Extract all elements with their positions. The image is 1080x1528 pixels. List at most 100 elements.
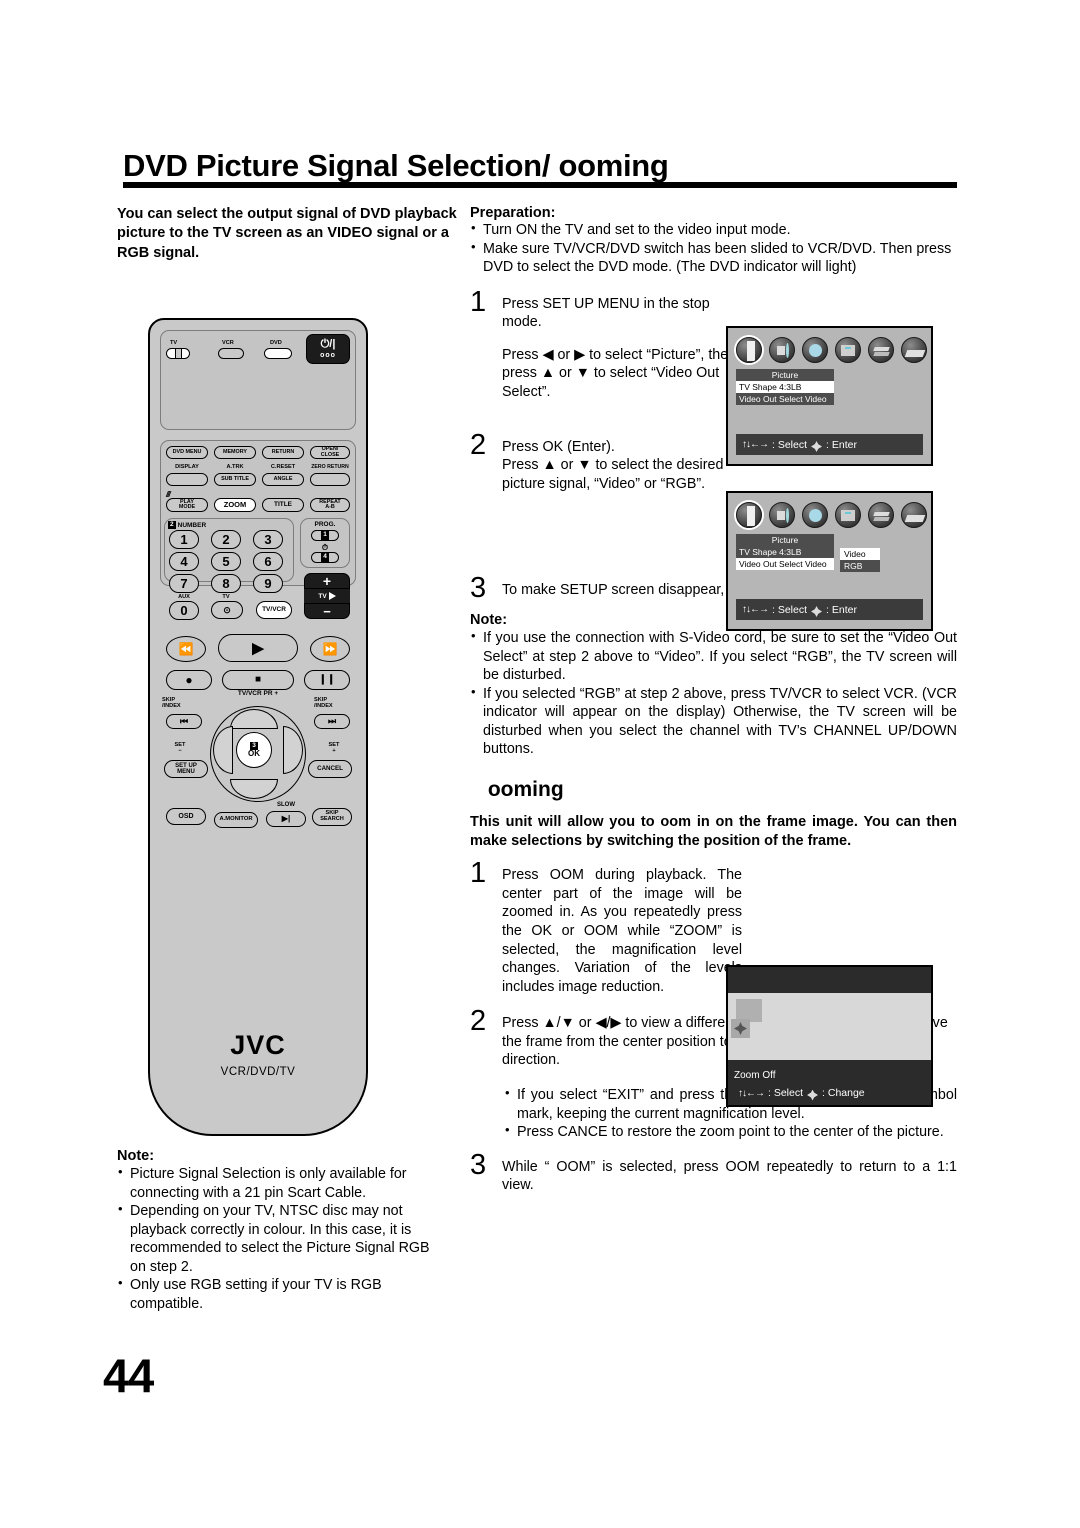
- number-label: NUMBER: [177, 521, 207, 529]
- step-2-number: 2: [470, 428, 487, 461]
- setup-icon-row-1: [736, 336, 928, 364]
- tray-icon[interactable]: [901, 502, 927, 528]
- tv-vcr-dvd-slide-switch[interactable]: [166, 348, 190, 359]
- zoom-step-1-body: Press OOM during playback. The center pa…: [502, 867, 742, 995]
- skip-index-right-button[interactable]: ⏭: [314, 714, 350, 729]
- power-button[interactable]: ⏻/| ooo: [306, 334, 350, 364]
- number-5-button[interactable]: 5: [211, 552, 241, 571]
- tv-volume-up-button[interactable]: +: [304, 573, 350, 589]
- aux-label: AUX: [178, 594, 190, 600]
- page-number: 44: [103, 1349, 154, 1402]
- tv-shape-row-1[interactable]: TV Shape 4:3LB: [736, 381, 834, 393]
- mode-label-tv: TV: [170, 340, 178, 346]
- title-button[interactable]: TITLE: [262, 498, 304, 512]
- play-mode-button[interactable]: PLAY MODE: [166, 498, 208, 512]
- display-button[interactable]: [166, 473, 208, 486]
- skip-index-left-button[interactable]: ⏮: [166, 714, 202, 729]
- number-9-button[interactable]: 9: [253, 574, 283, 593]
- enter-hint-2: : Enter: [826, 603, 857, 616]
- ok-button[interactable]: 3 OK: [236, 732, 272, 768]
- prog-1-button[interactable]: 1: [311, 530, 339, 541]
- fast-forward-button[interactable]: ⏩: [310, 636, 350, 662]
- number-6-button[interactable]: 6: [253, 552, 283, 571]
- tv-zoom-screen: Zoom Off ↑↓←→ : Select : Change: [726, 965, 933, 1107]
- display-setup-icon[interactable]: [835, 502, 861, 528]
- left-column: You can select the output signal of DVD …: [117, 205, 457, 263]
- cancel-button[interactable]: CANCEL: [308, 760, 352, 778]
- tv-input-button[interactable]: ⊙: [211, 601, 243, 619]
- rewind-button[interactable]: ⏪: [166, 636, 206, 662]
- tv-vcr-button[interactable]: TV/VCR: [256, 601, 292, 619]
- skip-index-right-label: SKIP /INDEX: [314, 697, 333, 709]
- list-item: Depending on your TV, NTSC disc may not …: [117, 1201, 447, 1276]
- atrk-label: A.TRK: [226, 464, 244, 470]
- number-2-button[interactable]: 2: [211, 530, 241, 549]
- slow-button[interactable]: ▶|: [266, 811, 306, 827]
- dvd-menu-button[interactable]: DVD MENU: [166, 446, 208, 459]
- prog-1-badge: 1: [321, 531, 329, 540]
- tv-vcr-pr-up-label: TV/VCR PR +: [237, 690, 279, 697]
- title-divider: [123, 182, 957, 188]
- option-rgb[interactable]: RGB: [840, 560, 880, 572]
- setup-icon-row-2: [736, 501, 928, 529]
- creset-label: C.RESET: [270, 464, 296, 470]
- dpad[interactable]: 3 OK: [210, 706, 306, 802]
- a-monitor-button[interactable]: A.MONITOR: [214, 812, 258, 828]
- return-button[interactable]: RETURN: [262, 446, 304, 459]
- record-button[interactable]: ●: [166, 670, 212, 690]
- open-close-button[interactable]: OPEN/ CLOSE: [310, 446, 350, 459]
- tv-setup-screen-1: Picture TV Shape 4:3LB Video Out Select …: [726, 326, 933, 466]
- zoom-button[interactable]: ZOOM: [214, 498, 256, 512]
- picture-menu-title-2: Picture: [771, 535, 799, 545]
- audio-icon[interactable]: [769, 502, 795, 528]
- jvc-sub-label: VCR/DVD/TV: [220, 1066, 296, 1078]
- number-4-button[interactable]: 4: [169, 552, 199, 571]
- disc-icon[interactable]: [802, 337, 828, 363]
- list-item: Only use RGB setting if your TV is RGB c…: [117, 1275, 447, 1313]
- video-out-select-row-1[interactable]: Video Out Select Video: [736, 393, 834, 405]
- display-setup-icon[interactable]: [835, 337, 861, 363]
- vcr-button[interactable]: [218, 348, 244, 359]
- angle-button[interactable]: ANGLE: [262, 473, 304, 486]
- number-1-button[interactable]: 1: [169, 530, 199, 549]
- left-note-block: Note: Picture Signal Selection is only a…: [117, 1148, 447, 1314]
- enter-hint-1: : Enter: [826, 438, 857, 451]
- number-8-button[interactable]: 8: [211, 574, 241, 593]
- picture-icon[interactable]: [736, 502, 762, 528]
- number-3-button[interactable]: 3: [253, 530, 283, 549]
- zero-return-button[interactable]: [310, 473, 350, 486]
- prog-4-button[interactable]: 4: [311, 552, 339, 563]
- step-1-text-b: Press ◀ or ▶ to select “Picture”, then p…: [502, 346, 737, 401]
- tv-shape-row-2[interactable]: TV Shape 4:3LB: [736, 546, 834, 558]
- tv-volume-down-button[interactable]: −: [304, 603, 350, 619]
- tray-icon[interactable]: [901, 337, 927, 363]
- video-out-select-row-2[interactable]: Video Out Select Video: [736, 558, 834, 570]
- layers-icon[interactable]: [868, 502, 894, 528]
- zoom-step-3-body: While “ OOM” is selected, press OOM repe…: [502, 1158, 957, 1194]
- osd-button[interactable]: OSD: [166, 808, 206, 825]
- arrows-icon: ↑↓←→: [742, 439, 769, 450]
- list-item: Picture Signal Selection is only availab…: [117, 1164, 447, 1202]
- picture-icon[interactable]: [736, 337, 762, 363]
- arrows-icon: ↑↓←→: [742, 604, 769, 615]
- jvc-logo: JVC: [230, 1030, 286, 1060]
- number-0-button[interactable]: 0: [169, 601, 199, 620]
- play-button[interactable]: ▶: [218, 634, 298, 662]
- repeat-ab-button[interactable]: REPEAT A-B: [310, 498, 350, 512]
- disc-icon[interactable]: [802, 502, 828, 528]
- zooming-lead: This unit will allow you to oom in on th…: [470, 813, 957, 850]
- power-icon: ⏻/|: [320, 338, 336, 350]
- zoom-cursor-icon[interactable]: [731, 1019, 750, 1038]
- set-up-menu-button[interactable]: SET UP MENU: [164, 760, 208, 778]
- memory-button[interactable]: MEMORY: [214, 446, 256, 459]
- pause-button[interactable]: ❙❙: [304, 670, 350, 690]
- step-1-text-a: Press SET UP MENU in the stop mode.: [502, 295, 710, 331]
- stop-button[interactable]: ■: [222, 670, 294, 690]
- subtitle-button[interactable]: SUB TITLE: [214, 473, 256, 486]
- layers-icon[interactable]: [868, 337, 894, 363]
- option-video[interactable]: Video: [840, 548, 880, 560]
- audio-icon[interactable]: [769, 337, 795, 363]
- number-7-button[interactable]: 7: [169, 574, 199, 593]
- skip-search-button[interactable]: SKIP SEARCH: [312, 808, 352, 826]
- dvd-button[interactable]: [264, 348, 292, 359]
